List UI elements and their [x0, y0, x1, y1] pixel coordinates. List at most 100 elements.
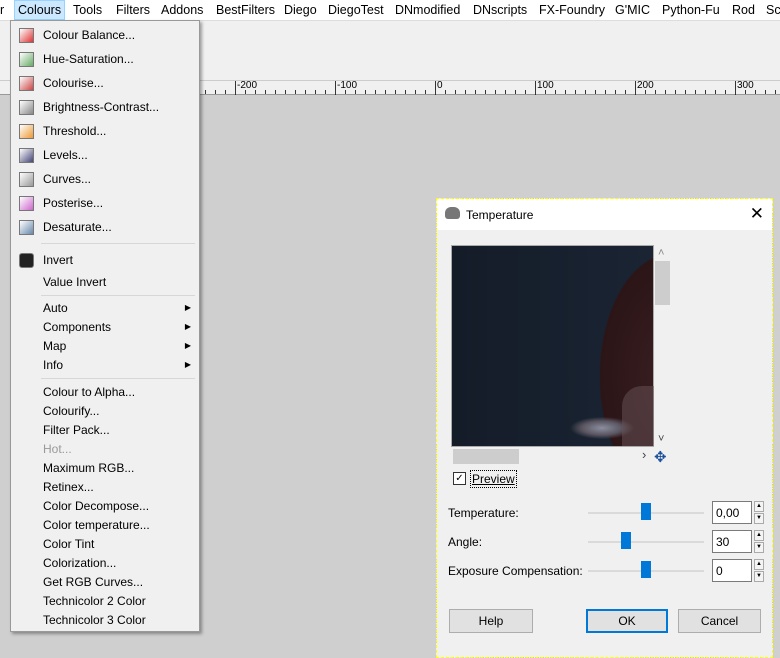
ruler-tick: [465, 90, 466, 94]
menu-dnmodified[interactable]: DNmodified: [392, 0, 463, 20]
menu-item-label: Levels...: [43, 148, 88, 162]
menu-item[interactable]: Invert: [13, 250, 197, 270]
spin-down-icon[interactable]: ▼: [754, 542, 764, 553]
cancel-button[interactable]: Cancel: [678, 609, 761, 633]
ruler-tick: [615, 90, 616, 94]
slider-thumb[interactable]: [621, 532, 632, 549]
slider-thumb[interactable]: [641, 503, 651, 520]
menu-fxfoundry[interactable]: FX-Foundry: [536, 0, 608, 20]
preview-checkbox[interactable]: ✓: [453, 472, 466, 485]
menu-item[interactable]: Technicolor 3 Color: [13, 610, 197, 630]
menu-item[interactable]: Technicolor 2 Color: [13, 591, 197, 611]
menu-item[interactable]: Levels...: [13, 145, 197, 165]
menu-item[interactable]: Desaturate...: [13, 217, 197, 237]
ok-button[interactable]: OK: [586, 609, 668, 633]
horizontal-scrollbar-thumb[interactable]: [453, 449, 519, 464]
menu-item[interactable]: Color temperature...: [13, 515, 197, 535]
menu-item[interactable]: Colour Balance...: [13, 25, 197, 45]
menu-item-label: Colour Balance...: [43, 28, 136, 42]
menu-tools[interactable]: Tools: [70, 0, 105, 20]
spin-up-icon[interactable]: ▲: [754, 530, 764, 541]
scroll-right-icon[interactable]: ›: [642, 447, 646, 462]
menu-item[interactable]: Color Tint: [13, 534, 197, 554]
menu-item-label: Brightness-Contrast...: [43, 100, 160, 114]
preview-label[interactable]: Preview: [470, 470, 517, 488]
ruler-tick: [675, 90, 676, 94]
param-slider[interactable]: [588, 532, 704, 549]
menu-rod[interactable]: Rod: [729, 0, 758, 20]
menu-item[interactable]: Hue-Saturation...: [13, 49, 197, 69]
menu-item[interactable]: Brightness-Contrast...: [13, 97, 197, 117]
preview-image[interactable]: [451, 245, 654, 447]
ruler-label: -200: [235, 81, 257, 95]
submenu-item[interactable]: Components ▶: [13, 317, 197, 337]
menu-item-icon: [19, 100, 34, 115]
move-navigate-icon[interactable]: ✥: [654, 448, 667, 466]
menu-item[interactable]: Color Decompose...: [13, 496, 197, 516]
menu-diego[interactable]: Diego: [281, 0, 320, 20]
ruler-tick: [425, 90, 426, 94]
menu-pythonfu[interactable]: Python-Fu: [659, 0, 723, 20]
param-slider[interactable]: [588, 503, 704, 520]
help-button[interactable]: Help: [449, 609, 533, 633]
ruler-tick: [605, 90, 606, 94]
param-value-input[interactable]: 30: [712, 530, 752, 553]
menu-item[interactable]: Value Invert: [13, 272, 197, 292]
menu-diegotest[interactable]: DiegoTest: [325, 0, 387, 20]
submenu-item[interactable]: Auto ▶: [13, 298, 197, 318]
menu-item[interactable]: Colourify...: [13, 401, 197, 421]
menu-item[interactable]: Posterise...: [13, 193, 197, 213]
menu-colours[interactable]: Colours: [14, 0, 66, 20]
close-icon[interactable]: ✕: [750, 204, 764, 224]
menu-item[interactable]: Threshold...: [13, 121, 197, 141]
spin-up-icon[interactable]: ▲: [754, 501, 764, 512]
menu-item: Hot...: [13, 439, 197, 459]
menu-item[interactable]: Get RGB Curves...: [13, 572, 197, 592]
dialog-titlebar[interactable]: Temperature ✕: [437, 199, 772, 230]
menu-item[interactable]: Retinex...: [13, 477, 197, 497]
ruler-tick: [725, 90, 726, 94]
menu-item-label: Color Tint: [43, 537, 95, 551]
spin-up-icon[interactable]: ▲: [754, 559, 764, 570]
ruler-tick: [625, 90, 626, 94]
menu-item[interactable]: Colour to Alpha...: [13, 382, 197, 402]
menu-addons[interactable]: Addons: [158, 0, 206, 20]
scroll-up-icon[interactable]: ˄: [658, 247, 664, 259]
menu-item-icon: [19, 172, 34, 187]
menu-bestfilters[interactable]: BestFilters: [213, 0, 278, 20]
param-slider[interactable]: [588, 561, 704, 578]
submenu-item[interactable]: Map ▶: [13, 336, 197, 356]
scroll-down-icon[interactable]: ˅: [658, 433, 664, 445]
param-row: Angle: 30 ▲ ▼: [448, 530, 768, 554]
menu-dnscripts[interactable]: DNscripts: [470, 0, 530, 20]
menu-item-icon: [19, 28, 34, 43]
param-value-input[interactable]: 0: [712, 559, 752, 582]
ruler-tick: [525, 90, 526, 94]
menu-item-icon: [19, 124, 34, 139]
menu-item[interactable]: Maximum RGB...: [13, 458, 197, 478]
vertical-scrollbar-thumb[interactable]: [655, 261, 670, 305]
menu-item-label: Auto: [43, 301, 68, 315]
menu-item[interactable]: Colorization...: [13, 553, 197, 573]
slider-thumb[interactable]: [641, 561, 651, 578]
menu-item[interactable]: Curves...: [13, 169, 197, 189]
param-value-input[interactable]: 0,00: [712, 501, 752, 524]
ruler-tick: [575, 90, 576, 94]
menu-filters[interactable]: Filters: [113, 0, 153, 20]
spin-down-icon[interactable]: ▼: [754, 571, 764, 582]
ruler-tick: [285, 90, 286, 94]
spin-down-icon[interactable]: ▼: [754, 513, 764, 524]
menu-item[interactable]: Colourise...: [13, 73, 197, 93]
submenu-item[interactable]: Info ▶: [13, 355, 197, 375]
dialog-title: Temperature: [466, 208, 534, 222]
menu-gmic[interactable]: G'MIC: [612, 0, 653, 20]
menu-r[interactable]: r: [0, 0, 7, 20]
menu-item[interactable]: Filter Pack...: [13, 420, 197, 440]
menu-item-label: Technicolor 2 Color: [43, 594, 146, 608]
ruler-tick: [315, 90, 316, 94]
ruler-tick: [505, 90, 506, 94]
menu-sc[interactable]: Sc: [763, 0, 780, 20]
ruler-tick: [555, 90, 556, 94]
ruler-tick: [685, 90, 686, 94]
menu-item-label: Threshold...: [43, 124, 107, 138]
